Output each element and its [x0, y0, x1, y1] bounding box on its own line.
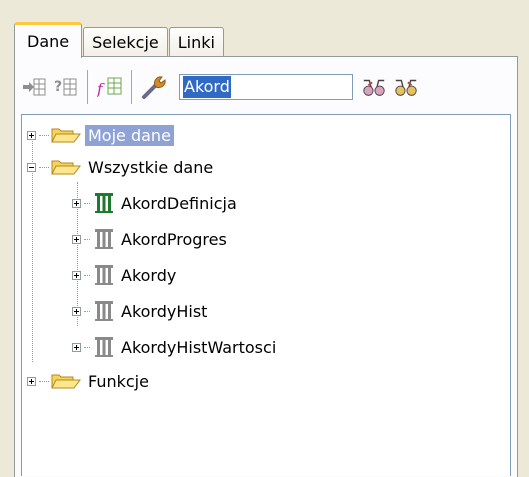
question-table-icon: ? [54, 78, 77, 96]
tree-node-label: AkordDefinicja [121, 193, 237, 213]
tree-connector [84, 238, 90, 240]
tab-dane[interactable]: Dane [14, 22, 83, 58]
find-previous-button[interactable] [361, 74, 387, 100]
binoculars-forward-icon [395, 79, 417, 96]
query-table-button[interactable]: ? [53, 74, 79, 100]
tree-node-label: Wszystkie dane [88, 157, 214, 177]
arrow-into-table-icon [23, 78, 46, 96]
tab-linki[interactable]: Linki [168, 27, 224, 57]
tree-node-label: Moje dane [85, 124, 174, 146]
folder-open-icon [51, 128, 81, 143]
tree-node-table[interactable]: AkordyHistWartosci [72, 332, 279, 362]
table-gray-icon [95, 265, 113, 285]
expand-toggle[interactable] [72, 342, 81, 352]
table-green-icon [95, 193, 113, 213]
find-next-button[interactable] [393, 74, 419, 100]
tab-selekcje[interactable]: Selekcje [83, 27, 168, 57]
settings-button[interactable] [141, 74, 167, 100]
tab-label: Linki [177, 33, 215, 52]
toolbar: ? f Akord [21, 65, 425, 109]
tree-connector [39, 380, 49, 382]
tree-connector [84, 274, 90, 276]
table-gray-icon [95, 337, 113, 357]
toolbar-separator [131, 70, 135, 104]
table-gray-icon [95, 229, 113, 249]
tab-label: Dane [27, 32, 70, 51]
function-table-icon: f [97, 77, 122, 98]
expand-toggle[interactable] [72, 306, 81, 316]
tree-node-table[interactable]: AkordDefinicja [72, 188, 240, 218]
tab-strip: Dane Selekcje Linki [14, 22, 225, 58]
tree-connector [39, 166, 49, 168]
expand-toggle[interactable] [72, 234, 81, 244]
tree-node-funkcje[interactable]: Funkcje [27, 366, 152, 396]
tree-connector [39, 134, 49, 136]
tree-node-moje-dane[interactable]: Moje dane [27, 120, 174, 150]
move-to-data-button[interactable] [21, 74, 47, 100]
tab-panel: ? f Akord Moje dane Wszystkie dane Akord… [14, 56, 518, 477]
tree-node-label: AkordyHist [121, 301, 208, 321]
data-tree[interactable]: Moje dane Wszystkie dane AkordDefinicja … [21, 114, 511, 476]
tree-node-label: AkordProgres [121, 229, 227, 249]
folder-open-icon [51, 374, 81, 389]
svg-text:?: ? [54, 79, 62, 95]
tree-node-table[interactable]: AkordProgres [72, 224, 230, 254]
window: Dane Selekcje Linki ? f Akord Moje dane … [0, 0, 529, 477]
search-input-value: Akord [183, 76, 231, 98]
tree-node-label: Funkcje [88, 371, 149, 391]
search-input[interactable]: Akord [179, 74, 353, 100]
tree-node-label: Akordy [121, 265, 177, 285]
collapse-toggle[interactable] [27, 162, 36, 172]
new-function-button[interactable]: f [97, 74, 123, 100]
table-gray-icon [95, 301, 113, 321]
tree-node-table[interactable]: AkordyHist [72, 296, 210, 326]
toolbar-separator [87, 70, 91, 104]
binoculars-back-icon [363, 79, 385, 96]
expand-toggle[interactable] [27, 376, 36, 386]
tree-connector [84, 310, 90, 312]
tree-node-label: AkordyHistWartosci [121, 337, 277, 357]
expand-toggle[interactable] [72, 198, 81, 208]
tab-label: Selekcje [92, 33, 159, 52]
wrench-icon [142, 76, 166, 99]
folder-open-icon [51, 160, 81, 175]
expand-toggle[interactable] [72, 270, 81, 280]
tree-node-table[interactable]: Akordy [72, 260, 179, 290]
tree-connector [84, 346, 90, 348]
tree-connector [84, 202, 90, 204]
svg-text:f: f [97, 80, 105, 98]
tree-node-wszystkie-dane[interactable]: Wszystkie dane [27, 152, 216, 182]
expand-toggle[interactable] [27, 130, 36, 140]
